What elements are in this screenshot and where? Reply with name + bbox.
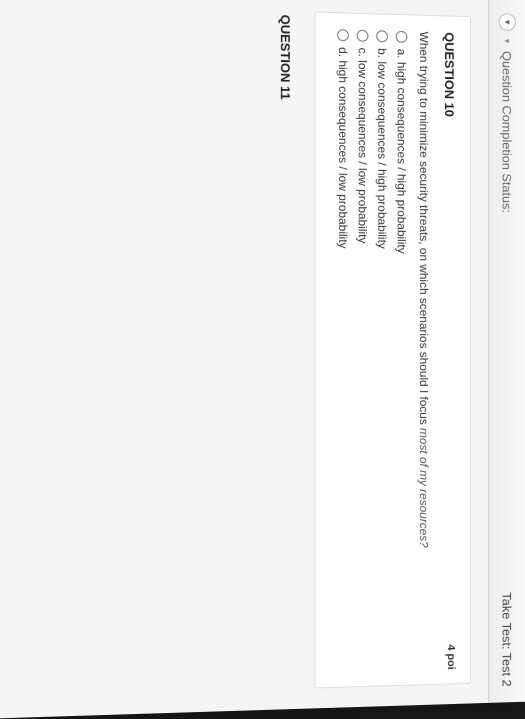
- option-a[interactable]: a. high consequences / high probability: [391, 31, 410, 670]
- test-title: Take Test: Test 2: [500, 592, 514, 687]
- radio-a[interactable]: [395, 31, 407, 43]
- chevron-down-icon: ▾: [502, 20, 512, 25]
- points-label: 4 poi: [445, 644, 457, 670]
- radio-d[interactable]: [337, 29, 349, 41]
- expand-button[interactable]: ▾: [498, 13, 515, 31]
- options-list: a. high consequences / high probability …: [333, 29, 411, 671]
- question-title: QUESTION 10: [442, 32, 456, 668]
- question-10-block: 4 poi QUESTION 10 When trying to minimiz…: [314, 12, 470, 689]
- content-area: 4 poi QUESTION 10 When trying to minimiz…: [277, 0, 487, 710]
- option-label: a. high consequences / high probability: [394, 49, 408, 254]
- option-d[interactable]: d. high consequences / low probability: [333, 29, 353, 671]
- radio-c[interactable]: [356, 30, 368, 42]
- option-label: b. low consequences / high probability: [375, 48, 389, 249]
- test-screen: ct 10- ▾ ▾ Question Completion Status: T…: [0, 0, 525, 719]
- option-label: d. high consequences / low probability: [336, 47, 350, 249]
- radio-b[interactable]: [376, 30, 388, 42]
- question-prompt: When trying to minimize security threats…: [417, 31, 431, 668]
- option-label: c. low consequences / low probability: [355, 47, 369, 243]
- question-title-text: QUESTION 10: [442, 32, 456, 117]
- header-left: ▾ ▾ Question Completion Status:: [498, 13, 515, 213]
- completion-status-label: Question Completion Status:: [500, 51, 514, 213]
- prompt-emphasis: most of my resources?: [417, 428, 431, 548]
- option-b[interactable]: b. low consequences / high probability: [372, 30, 391, 670]
- question-11-title: QUESTION 11: [277, 10, 292, 689]
- prompt-lead: When trying to minimize security threats…: [417, 31, 431, 428]
- dropdown-caret-icon: ▾: [502, 39, 512, 44]
- option-c[interactable]: c. low consequences / low probability: [352, 30, 372, 671]
- header-bar: ▾ ▾ Question Completion Status: Take Tes…: [488, 0, 525, 703]
